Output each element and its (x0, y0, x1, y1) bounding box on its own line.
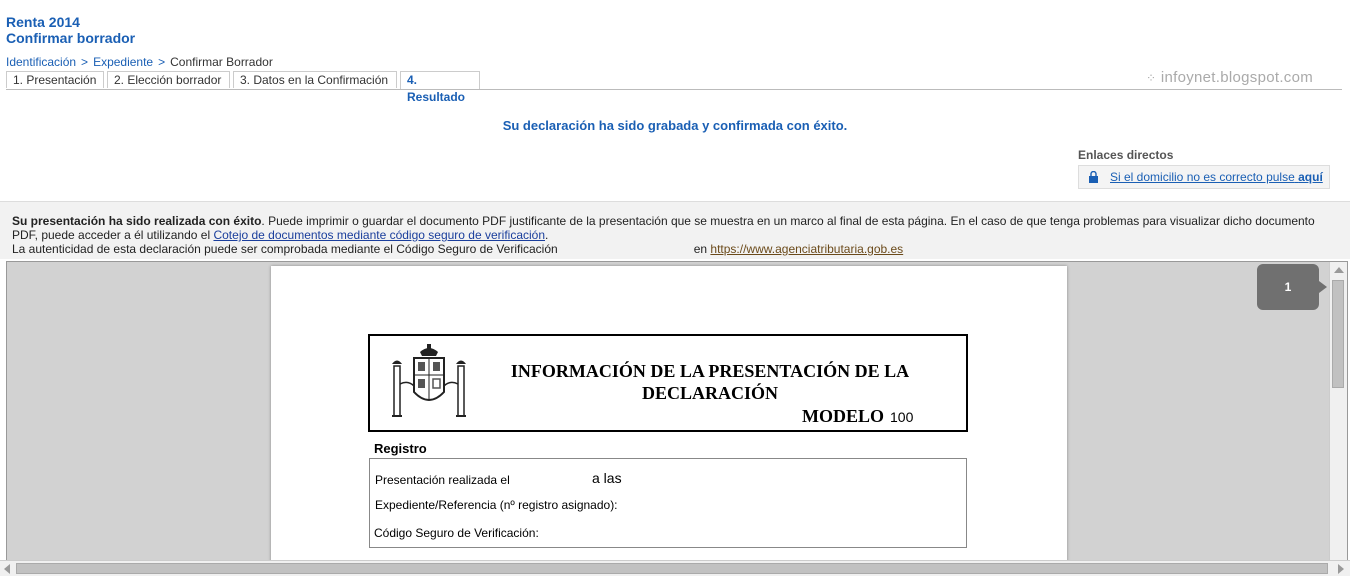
app-title: Renta 2014 Confirmar borrador (6, 14, 135, 46)
tab-presentacion[interactable]: 1. Presentación (6, 71, 104, 88)
success-message: Su declaración ha sido grabada y confirm… (502, 118, 848, 133)
scroll-right-icon[interactable] (1338, 564, 1344, 574)
tab-resultado[interactable]: 4. Resultado (400, 71, 480, 104)
info-text: Su presentación ha sido realizada con éx… (12, 214, 1342, 256)
registro-csv-label: Código Seguro de Verificación: (374, 526, 539, 540)
breadcrumb: Identificación > Expediente > Confirmar Borr… (6, 55, 273, 69)
sparkle-icon: ⁘ (1146, 71, 1157, 85)
modelo-number: 100 (890, 409, 914, 425)
step-tabs: 1. Presentación 2. Elección borrador 3. … (6, 71, 1342, 104)
pdf-viewer[interactable]: INFORMACIÓN DE LA PRESENTACIÓN DE LA DEC… (6, 261, 1348, 566)
cotejo-link[interactable]: Cotejo de documentos mediante código seg… (213, 228, 545, 242)
scroll-left-icon[interactable] (4, 564, 10, 574)
breadcrumb-separator: > (158, 55, 166, 69)
watermark: ⁘ infoynet.blogspot.com (1146, 69, 1313, 86)
registro-expediente-label: Expediente/Referencia (nº registro asign… (375, 498, 618, 512)
domicilio-link-text: Si el domicilio no es correcto pulse (1110, 170, 1295, 184)
agencia-url-link[interactable]: https://www.agenciatributaria.gob.es (710, 242, 903, 256)
horizontal-scrollbar[interactable] (0, 560, 1350, 576)
breadcrumb-identificacion[interactable]: Identificación (6, 55, 76, 69)
pdf-heading: INFORMACIÓN DE LA PRESENTACIÓN DE LA DEC… (510, 361, 910, 403)
vertical-scrollbar[interactable] (1329, 262, 1347, 561)
watermark-text: infoynet.blogspot.com (1160, 69, 1314, 86)
breadcrumb-current: Confirmar Borrador (170, 55, 273, 69)
info-text2: . (545, 228, 549, 242)
domicilio-link[interactable]: Si el domicilio no es correcto pulse aqu… (1110, 170, 1323, 184)
page-number-badge: 1 (1257, 264, 1327, 310)
vertical-scroll-thumb[interactable] (1332, 280, 1344, 388)
registro-fecha-label: Presentación realizada el (375, 473, 510, 487)
breadcrumb-expediente[interactable]: Expediente (93, 55, 153, 69)
registro-label: Registro (374, 441, 427, 456)
tab-eleccion-borrador[interactable]: 2. Elección borrador (107, 71, 230, 88)
scroll-up-icon[interactable] (1334, 267, 1344, 273)
registro-hora-label: a las (592, 470, 622, 486)
title-line2: Confirmar borrador (6, 30, 136, 46)
tab-datos-confirmacion[interactable]: 3. Datos en la Confirmación (233, 71, 397, 88)
pdf-header-box: INFORMACIÓN DE LA PRESENTACIÓN DE LA DEC… (368, 334, 968, 432)
modelo-label: MODELO (802, 406, 885, 426)
title-line1: Renta 2014 (6, 14, 80, 30)
horizontal-scroll-thumb[interactable] (16, 563, 1328, 574)
enlaces-title: Enlaces directos (1078, 148, 1174, 162)
info-panel: Su presentación ha sido realizada con éx… (0, 201, 1350, 259)
enlaces-box: Si el domicilio no es correcto pulse aqu… (1078, 165, 1330, 189)
domicilio-link-bold: aquí (1298, 170, 1323, 184)
pdf-modelo: MODELO 100 (802, 406, 913, 427)
pdf-page: INFORMACIÓN DE LA PRESENTACIÓN DE LA DEC… (271, 266, 1067, 566)
coat-of-arms-icon (392, 344, 466, 417)
info-text3: La autenticidad de esta declaración pued… (12, 242, 558, 256)
breadcrumb-separator: > (81, 55, 89, 69)
lock-icon (1089, 171, 1098, 183)
info-text4: en (693, 242, 708, 256)
info-bold-intro: Su presentación ha sido realizada con éx… (12, 214, 262, 228)
registro-box: Presentación realizada el a las Expedien… (369, 458, 967, 548)
